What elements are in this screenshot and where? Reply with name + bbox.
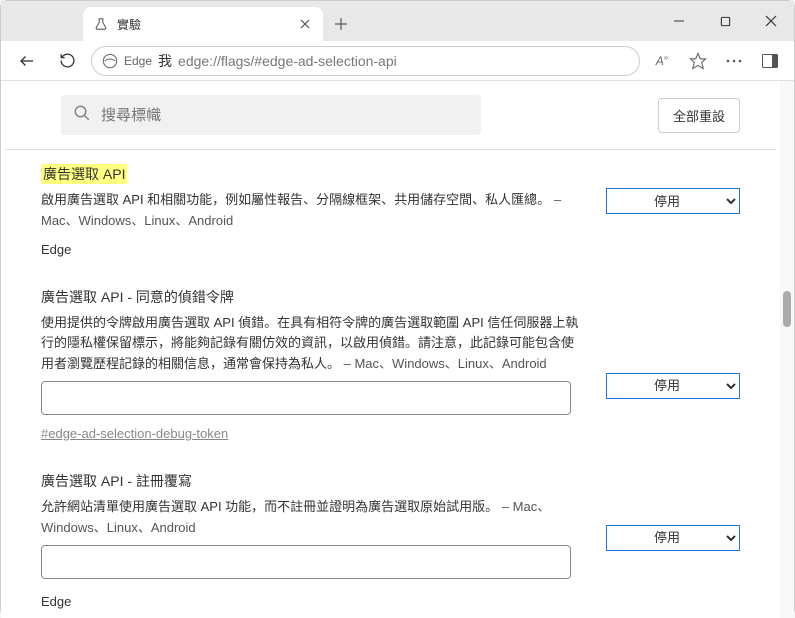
read-aloud-icon[interactable]: A» [648, 47, 676, 75]
search-section: 全部重設 [1, 81, 780, 149]
main-content: 全部重設 廣告選取 API 啟用廣告選取 API 和相關功能，例如屬性報告、分隔… [1, 81, 780, 618]
flag-info: 廣告選取 API 啟用廣告選取 API 和相關功能，例如屬性報告、分隔線框架、共… [41, 164, 586, 257]
reset-all-button[interactable]: 全部重設 [658, 98, 740, 133]
flag-item: 廣告選取 API - 同意的偵錯令牌 使用提供的令牌啟用廣告選取 API 偵錯。… [41, 287, 740, 441]
url-text: edge://flags/#edge-ad-selection-api [178, 53, 397, 69]
flag-description: 使用提供的令牌啟用廣告選取 API 偵錯。在具有相符令牌的廣告選取範圍 API … [41, 313, 586, 375]
flag-description: 允許網站清單使用廣告選取 API 功能，而不註冊並證明為廣告選取原始試用版。 –… [41, 497, 586, 539]
close-window-button[interactable] [748, 1, 794, 41]
back-button[interactable] [11, 45, 43, 77]
flag-title: 廣告選取 API [41, 164, 127, 184]
search-input[interactable] [101, 107, 469, 124]
flag-item: 廣告選取 API 啟用廣告選取 API 和相關功能，例如屬性報告、分隔線框架、共… [41, 164, 740, 257]
flag-control: 停用 [606, 287, 740, 441]
content-area: 全部重設 廣告選取 API 啟用廣告選取 API 和相關功能，例如屬性報告、分隔… [1, 81, 794, 618]
flag-info: 廣告選取 API - 同意的偵錯令牌 使用提供的令牌啟用廣告選取 API 偵錯。… [41, 287, 586, 441]
flag-textarea[interactable] [41, 381, 571, 415]
new-tab-button[interactable] [327, 10, 355, 38]
flag-select[interactable]: 停用 [606, 525, 740, 551]
title-bar: 實驗 [1, 1, 794, 41]
search-box[interactable] [61, 95, 481, 135]
flag-hash-link[interactable]: #edge-ad-selection-debug-token [41, 426, 586, 441]
scrollbar[interactable] [780, 81, 794, 618]
flag-select[interactable]: 停用 [606, 188, 740, 214]
maximize-button[interactable] [702, 1, 748, 41]
flags-list: 廣告選取 API 啟用廣告選取 API 和相關功能，例如屬性報告、分隔線框架、共… [1, 150, 780, 618]
flag-control: 停用 [606, 471, 740, 609]
url-prefix: 我 [158, 51, 172, 71]
browser-tab[interactable]: 實驗 [83, 7, 323, 41]
minimize-button[interactable] [656, 1, 702, 41]
edge-logo-icon [102, 53, 118, 69]
flag-info: 廣告選取 API - 註冊覆寫 允許網站清單使用廣告選取 API 功能，而不註冊… [41, 471, 586, 609]
flag-control: 停用 [606, 164, 740, 257]
favorite-icon[interactable] [684, 47, 712, 75]
window-controls [656, 1, 794, 41]
edge-label: Edge [124, 54, 152, 68]
flag-tag: Edge [41, 242, 586, 257]
flag-description: 啟用廣告選取 API 和相關功能，例如屬性報告、分隔線框架、共用儲存空間、私人匯… [41, 190, 586, 232]
flag-textarea[interactable] [41, 545, 571, 579]
flag-select[interactable]: 停用 [606, 373, 740, 399]
flag-tag: Edge [41, 594, 586, 609]
toolbar: Edge 我 edge://flags/#edge-ad-selection-a… [1, 41, 794, 81]
flask-icon [93, 16, 109, 32]
address-bar[interactable]: Edge 我 edge://flags/#edge-ad-selection-a… [91, 46, 640, 76]
refresh-button[interactable] [51, 45, 83, 77]
flag-item: 廣告選取 API - 註冊覆寫 允許網站清單使用廣告選取 API 功能，而不註冊… [41, 471, 740, 609]
flag-title: 廣告選取 API - 註冊覆寫 [41, 471, 192, 491]
more-icon[interactable] [720, 47, 748, 75]
close-tab-icon[interactable] [297, 16, 313, 32]
flag-title: 廣告選取 API - 同意的偵錯令牌 [41, 287, 234, 307]
tab-title: 實驗 [117, 16, 289, 33]
scrollbar-thumb[interactable] [783, 291, 791, 327]
sidebar-toggle-icon[interactable] [756, 47, 784, 75]
search-icon [73, 104, 91, 127]
